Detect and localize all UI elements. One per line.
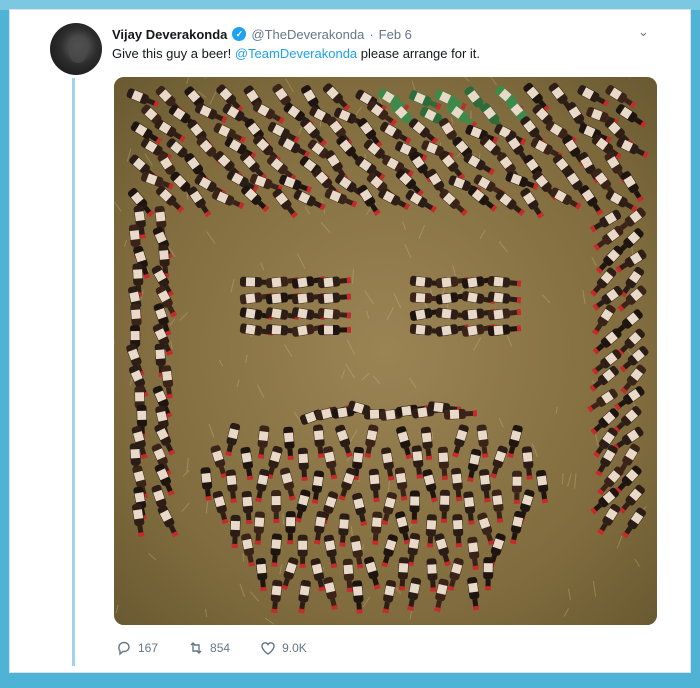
- chevron-down-icon[interactable]: ⌄: [638, 24, 649, 40]
- tweet-text-part: Give this guy a beer!: [112, 46, 235, 61]
- retweet-count: 854: [210, 641, 231, 655]
- like-count: 9.0K: [282, 641, 307, 655]
- verified-icon: ✓: [232, 27, 247, 41]
- like-button[interactable]: 9.0K: [260, 640, 307, 656]
- separator-dot: ·: [369, 26, 374, 42]
- author-name[interactable]: Vijay Deverakonda: [112, 27, 227, 42]
- heart-icon: [261, 642, 275, 655]
- tweet-header: Vijay Deverakonda ✓ @TheDeverakonda · Fe…: [112, 25, 412, 43]
- retweet-button[interactable]: 854: [188, 640, 230, 656]
- mention-link[interactable]: @TeamDeverakonda: [235, 46, 357, 61]
- tweet-date[interactable]: Feb 6: [379, 27, 412, 42]
- reply-button[interactable]: 167: [116, 640, 158, 656]
- thread-line: [72, 78, 75, 666]
- tweet-photo[interactable]: [114, 77, 657, 625]
- author-handle[interactable]: @TheDeverakonda: [251, 27, 364, 42]
- reply-count: 167: [138, 641, 159, 655]
- tweet-text-part: please arrange for it.: [357, 46, 481, 61]
- beer-bottle-face-image: [114, 77, 657, 625]
- tweet-actions: 167 854 9.0K: [116, 640, 337, 656]
- tweet-text: Give this guy a beer! @TeamDeverakonda p…: [112, 46, 480, 61]
- avatar[interactable]: [50, 23, 102, 75]
- reply-icon: [118, 641, 130, 656]
- retweet-icon: [190, 642, 202, 654]
